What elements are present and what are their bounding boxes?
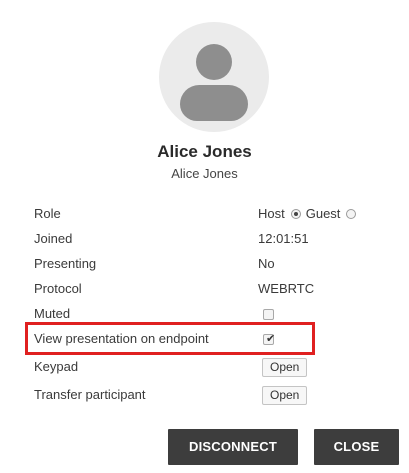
role-guest-label: Guest <box>305 206 341 221</box>
avatar-body-icon <box>180 85 248 121</box>
keypad-label: Keypad <box>34 359 79 374</box>
keypad-row: Keypad Open <box>34 357 394 377</box>
joined-label: Joined <box>34 231 73 246</box>
joined-row: Joined 12:01:51 <box>34 229 394 249</box>
presenting-value: No <box>258 256 275 271</box>
presenting-label: Presenting <box>34 256 97 271</box>
participant-details-dialog: Alice Jones Alice Jones Role Host Guest J… <box>0 0 409 473</box>
protocol-label: Protocol <box>34 281 82 296</box>
protocol-value: WEBRTC <box>258 281 315 296</box>
highlight-box <box>25 322 315 355</box>
transfer-open-button[interactable]: Open <box>262 386 308 405</box>
role-guest-radio[interactable] <box>346 209 357 219</box>
role-host-label: Host <box>258 206 285 221</box>
participant-name: Alice Jones <box>157 142 252 161</box>
avatar-head-icon <box>196 44 232 80</box>
muted-row: Muted <box>34 304 394 324</box>
role-options: Host Guest <box>258 204 361 224</box>
avatar <box>159 22 269 132</box>
keypad-open-button[interactable]: Open <box>262 358 308 377</box>
transfer-row: Transfer participant Open <box>34 385 394 405</box>
presenting-row: Presenting No <box>34 254 394 274</box>
muted-checkbox[interactable] <box>263 309 274 320</box>
joined-value: 12:01:51 <box>258 231 309 246</box>
role-label: Role <box>34 206 61 221</box>
role-row: Role Host Guest <box>34 204 394 224</box>
participant-subname: Alice Jones <box>171 166 238 181</box>
muted-label: Muted <box>34 306 71 321</box>
transfer-label: Transfer participant <box>34 387 146 402</box>
role-host-radio[interactable] <box>290 209 301 219</box>
close-button[interactable]: CLOSE <box>314 429 399 465</box>
protocol-row: Protocol WEBRTC <box>34 279 394 299</box>
disconnect-button[interactable]: DISCONNECT <box>168 429 298 465</box>
